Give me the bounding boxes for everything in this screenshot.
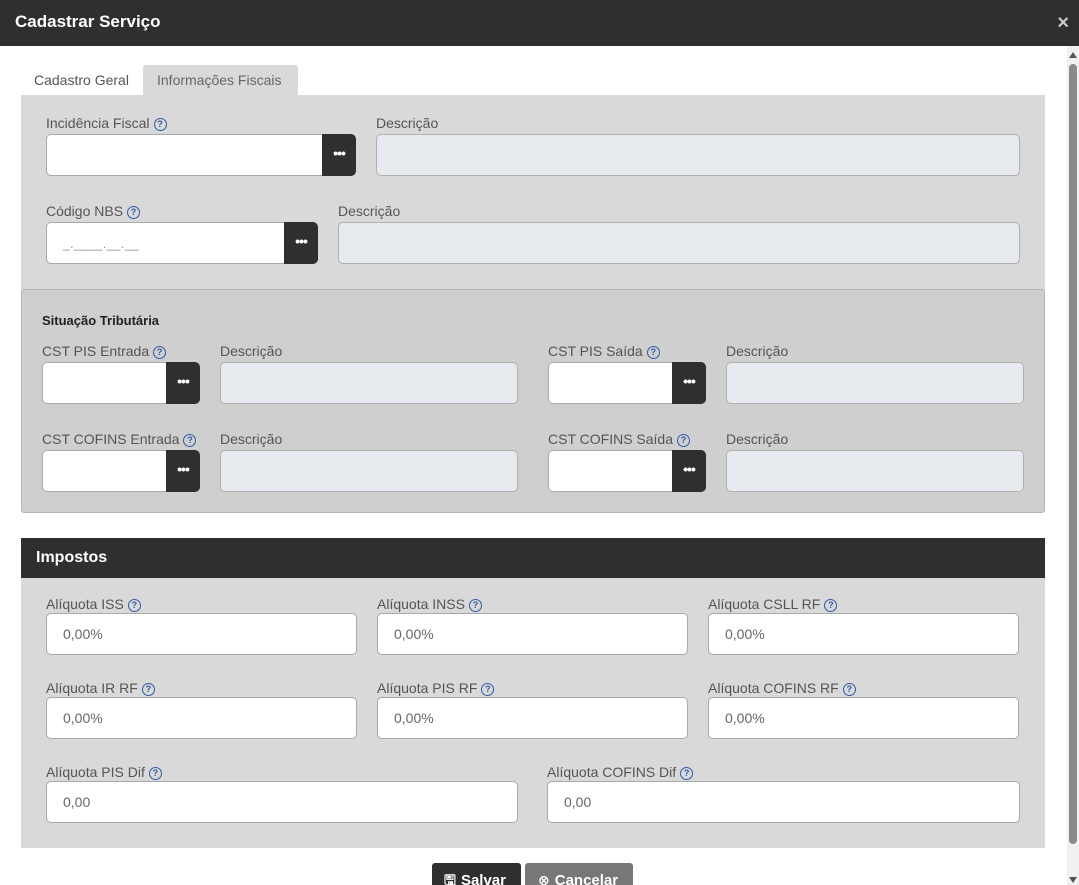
help-icon[interactable]: ? [646, 346, 660, 359]
nbs-desc-label: Descrição [338, 203, 401, 219]
nbs-desc-field [338, 222, 1020, 264]
pis-entrada-desc-field [220, 362, 518, 404]
aliquota-pis-dif-label: Alíquota PIS Dif? [46, 764, 162, 780]
cst-pis-entrada-label: CST PIS Entrada? [42, 343, 167, 359]
nbs-mask: _.____.__.__ [63, 237, 140, 251]
cofins-saida-desc-field [726, 450, 1024, 492]
help-icon[interactable]: ? [127, 599, 141, 612]
cst-pis-saida-lookup-button[interactable]: ••• [672, 362, 706, 404]
modal-header: Cadastrar Serviço × [0, 0, 1079, 46]
aliquota-csll-input[interactable]: 0,00% [708, 613, 1019, 655]
help-icon[interactable]: ? [153, 118, 167, 131]
tab-informacoes-fiscais[interactable]: Informações Fiscais [143, 65, 298, 95]
aliquota-inss-input[interactable]: 0,00% [377, 613, 688, 655]
aliquota-inss-label: Alíquota INSS? [377, 596, 482, 612]
impostos-title: Impostos [36, 549, 108, 566]
aliquota-iss-input[interactable]: 0,00% [46, 613, 357, 655]
impostos-panel: Alíquota ISS? 0,00% Alíquota INSS? 0,00%… [21, 578, 1045, 848]
help-icon[interactable]: ? [141, 683, 155, 696]
help-icon[interactable]: ? [481, 683, 495, 696]
aliquota-ir-input[interactable]: 0,00% [46, 697, 357, 739]
impostos-header: Impostos [21, 538, 1045, 578]
help-icon[interactable]: ? [824, 599, 838, 612]
cancel-button[interactable]: ⊗ Cancelar [525, 863, 633, 885]
save-button[interactable]: 🖫 Salvar [432, 863, 521, 885]
tab-cadastro-geral[interactable]: Cadastro Geral [21, 65, 143, 95]
help-icon[interactable]: ? [153, 346, 167, 359]
situacao-tributaria-panel: Situação Tributária CST PIS Entrada? •••… [21, 289, 1045, 513]
incidencia-label: Incidência Fiscal? [46, 115, 167, 131]
incidencia-input[interactable] [46, 134, 324, 176]
modal-title: Cadastrar Serviço [15, 12, 161, 31]
vertical-scrollbar[interactable] [1067, 46, 1079, 885]
cst-pis-saida-label: CST PIS Saída? [548, 343, 660, 359]
help-icon[interactable]: ? [677, 434, 691, 447]
aliquota-cofins-dif-label: Alíquota COFINS Dif? [547, 764, 694, 780]
fiscal-panel: Incidência Fiscal? ••• Descrição Código … [21, 95, 1045, 290]
service-modal: Cadastrar Serviço × Cadastro Geral Infor… [0, 0, 1079, 885]
aliquota-csll-label: Alíquota CSLL RF? [708, 596, 838, 612]
aliquota-pis-input[interactable]: 0,00% [377, 697, 688, 739]
incidencia-desc-field [376, 134, 1020, 176]
situacao-title: Situação Tributária [42, 313, 160, 328]
incidencia-desc-label: Descrição [376, 115, 439, 131]
cst-cofins-saida-input[interactable] [548, 450, 675, 492]
aliquota-ir-label: Alíquota IR RF? [46, 680, 155, 696]
nbs-input[interactable]: _.____.__.__ [46, 222, 287, 264]
cst-cofins-saida-lookup-button[interactable]: ••• [672, 450, 706, 492]
cofins-entrada-desc-label: Descrição [220, 431, 283, 447]
cancel-circle-icon: ⊗ [538, 872, 550, 885]
help-icon[interactable]: ? [183, 434, 197, 447]
aliquota-cofins-input[interactable]: 0,00% [708, 697, 1019, 739]
cst-pis-entrada-lookup-button[interactable]: ••• [166, 362, 200, 404]
scroll-up-icon[interactable] [1069, 52, 1077, 58]
nbs-lookup-button[interactable]: ••• [284, 222, 318, 264]
close-icon[interactable]: × [1057, 12, 1069, 34]
aliquota-cofins-dif-input[interactable]: 0,00 [547, 781, 1020, 823]
help-icon[interactable]: ? [680, 767, 694, 780]
help-icon[interactable]: ? [148, 767, 162, 780]
help-icon[interactable]: ? [468, 599, 482, 612]
cst-pis-saida-input[interactable] [548, 362, 675, 404]
pis-saida-desc-field [726, 362, 1024, 404]
help-icon[interactable]: ? [842, 683, 856, 696]
floppy-disk-icon: 🖫 [444, 872, 456, 885]
cst-cofins-entrada-lookup-button[interactable]: ••• [166, 450, 200, 492]
aliquota-cofins-label: Alíquota COFINS RF? [708, 680, 856, 696]
scroll-thumb[interactable] [1069, 64, 1077, 844]
cst-cofins-saida-label: CST COFINS Saída? [548, 431, 691, 447]
cofins-saida-desc-label: Descrição [726, 431, 789, 447]
nbs-label: Código NBS? [46, 203, 141, 219]
aliquota-pis-label: Alíquota PIS RF? [377, 680, 495, 696]
help-icon[interactable]: ? [127, 206, 141, 219]
pis-entrada-desc-label: Descrição [220, 343, 283, 359]
aliquota-iss-label: Alíquota ISS? [46, 596, 141, 612]
cst-pis-entrada-input[interactable] [42, 362, 168, 404]
incidencia-lookup-button[interactable]: ••• [322, 134, 356, 176]
cofins-entrada-desc-field [220, 450, 518, 492]
pis-saida-desc-label: Descrição [726, 343, 789, 359]
aliquota-pis-dif-input[interactable]: 0,00 [46, 781, 518, 823]
cst-cofins-entrada-label: CST COFINS Entrada? [42, 431, 197, 447]
scroll-down-icon[interactable] [1069, 877, 1077, 883]
cst-cofins-entrada-input[interactable] [42, 450, 168, 492]
